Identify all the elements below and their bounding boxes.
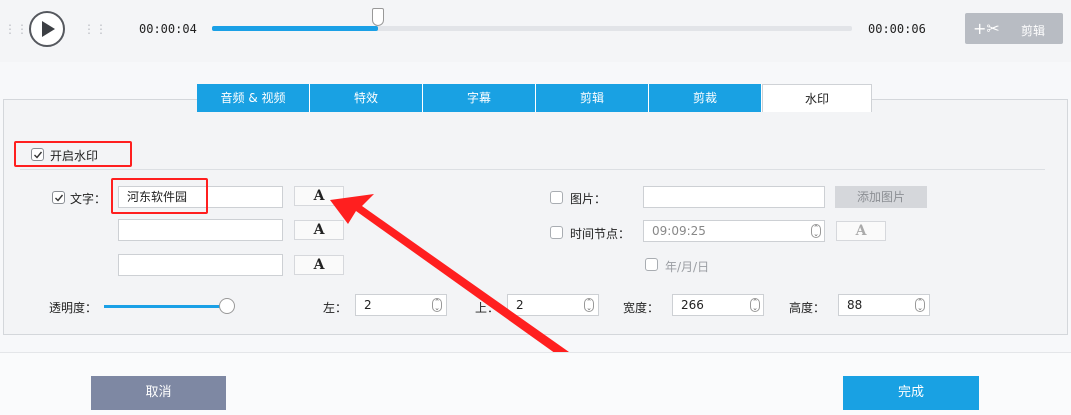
text-input-2[interactable] — [118, 219, 283, 241]
tab-4[interactable]: 剪裁 — [649, 84, 762, 112]
play-icon — [42, 21, 55, 37]
tab-0[interactable]: 音频 & 视频 — [197, 84, 310, 112]
date-label: 年/月/日 — [665, 260, 710, 274]
width-spinner-icon[interactable]: ⌃ ⌄ — [750, 298, 760, 312]
divider — [20, 169, 1045, 170]
top-label: 上： — [475, 301, 500, 315]
font-button-3[interactable]: A — [294, 255, 344, 275]
image-path-input[interactable] — [643, 186, 825, 208]
height-label: 高度： — [789, 301, 826, 315]
opacity-slider-track[interactable] — [104, 305, 227, 308]
left-label: 左： — [323, 301, 348, 315]
current-time: 00:00:04 — [139, 22, 197, 36]
annotation-box — [111, 178, 208, 214]
tab-3[interactable]: 剪辑 — [536, 84, 649, 112]
image-label: 图片： — [570, 192, 607, 206]
tab-1[interactable]: 特效 — [310, 84, 423, 112]
drag-grip-icon: ⋮⋮ — [83, 22, 107, 36]
time-watermark-checkbox[interactable] — [550, 226, 563, 239]
time-font-button[interactable]: A — [836, 221, 886, 241]
cut-button[interactable]: +✂ 剪辑 — [965, 13, 1063, 44]
annotation-box — [14, 141, 132, 167]
top-spinner-icon[interactable]: ⌃ ⌄ — [584, 298, 594, 312]
progress-thumb[interactable] — [372, 8, 385, 26]
height-spinner-icon[interactable]: ⌃ ⌄ — [915, 298, 925, 312]
opacity-slider-thumb[interactable] — [219, 298, 235, 314]
time-label: 时间节点： — [570, 227, 631, 241]
opacity-label: 透明度： — [49, 301, 98, 315]
width-label: 宽度： — [623, 301, 660, 315]
tab-5[interactable]: 水印 — [762, 84, 872, 112]
add-image-button[interactable]: 添加图片 — [835, 186, 927, 208]
date-checkbox[interactable] — [645, 258, 658, 271]
time-spinner-icon[interactable]: ⌃ ⌄ — [811, 224, 821, 238]
check-icon — [55, 194, 64, 202]
image-watermark-checkbox[interactable] — [550, 191, 563, 204]
cut-button-label: 剪辑 — [1021, 24, 1046, 38]
play-button[interactable] — [29, 11, 65, 47]
scissors-icon: +✂ — [973, 19, 1000, 38]
time-input[interactable]: 09:09:25 — [643, 220, 825, 242]
text-watermark-checkbox[interactable] — [52, 191, 65, 204]
total-time: 00:00:06 — [868, 22, 926, 36]
drag-grip-icon: ⋮⋮ — [4, 22, 28, 36]
font-button-2[interactable]: A — [294, 220, 344, 240]
left-spinner-icon[interactable]: ⌃ ⌄ — [432, 298, 442, 312]
font-button-1[interactable]: A — [294, 186, 344, 206]
text-input-3[interactable] — [118, 254, 283, 276]
cancel-button[interactable]: 取消 — [91, 376, 226, 410]
tab-2[interactable]: 字幕 — [423, 84, 536, 112]
done-button[interactable]: 完成 — [843, 376, 979, 410]
progress-fill — [212, 26, 379, 31]
text-label: 文字： — [70, 192, 107, 206]
